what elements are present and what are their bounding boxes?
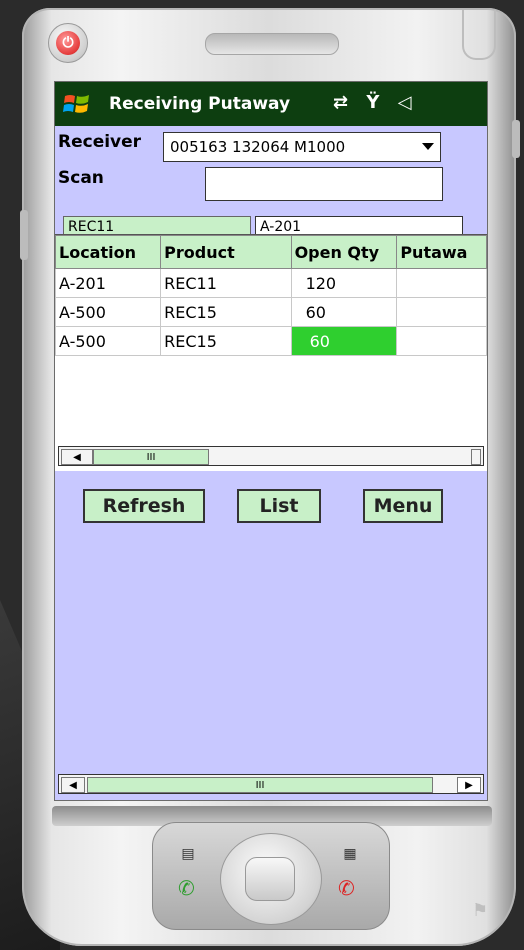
putaway-grid: Location Product Open Qty Putawa A-201 R… — [55, 234, 487, 471]
cell-product[interactable]: REC11 — [160, 268, 292, 298]
table-row[interactable]: A-201 REC11 120 — [55, 268, 487, 298]
table-header-row: Location Product Open Qty Putawa — [55, 235, 487, 269]
receiver-value: 005163 132064 M1000 — [170, 138, 346, 156]
cell-location[interactable]: A-201 — [55, 268, 162, 298]
cell-open-qty[interactable]: 120 — [290, 268, 398, 298]
cell-product[interactable]: REC15 — [160, 297, 292, 327]
scan-input[interactable] — [205, 167, 443, 201]
windows-logo-icon[interactable] — [63, 92, 91, 116]
scroll-right-icon[interactable] — [471, 449, 481, 465]
cell-putaway[interactable] — [396, 297, 487, 327]
refresh-button[interactable]: Refresh — [83, 489, 205, 523]
cell-location[interactable]: A-500 — [55, 326, 162, 356]
screen-horizontal-scrollbar[interactable]: ◀ III ▶ — [58, 774, 484, 794]
power-icon: ⏻ — [56, 31, 80, 55]
stylus-slot — [462, 10, 496, 60]
title-bar: Receiving Putaway ⇄ Ÿ ◁ — [55, 82, 487, 126]
call-icon[interactable]: ✆ — [178, 876, 198, 900]
column-header-putaway[interactable]: Putawa — [396, 235, 487, 269]
power-button[interactable]: ⏻ — [48, 23, 88, 63]
column-header-location[interactable]: Location — [55, 235, 162, 269]
chevron-down-icon — [422, 143, 434, 150]
scroll-thumb[interactable]: III — [93, 449, 209, 465]
side-button-right[interactable] — [512, 120, 520, 158]
scroll-right-icon[interactable]: ▶ — [457, 777, 481, 793]
location-value: A-201 — [260, 219, 302, 235]
table-row[interactable]: A-500 REC15 60 — [55, 297, 487, 327]
device-screen: Receiving Putaway ⇄ Ÿ ◁ Receiver 005163 … — [54, 81, 488, 801]
windows-flag-icon: ⚑ — [472, 900, 489, 921]
receiver-dropdown[interactable]: 005163 132064 M1000 — [163, 132, 441, 162]
scan-label: Scan — [58, 168, 104, 188]
cell-open-qty-selected[interactable]: 60 — [290, 326, 398, 356]
status-icons[interactable]: ⇄ Ÿ ◁ — [333, 92, 418, 113]
menu-button[interactable]: Menu — [363, 489, 443, 523]
app-title: Receiving Putaway — [109, 94, 291, 114]
speaker-grille — [205, 33, 339, 55]
scroll-thumb[interactable]: III — [87, 777, 433, 793]
side-button-left[interactable] — [20, 210, 28, 260]
scroll-left-icon[interactable]: ◀ — [61, 777, 85, 793]
scroll-left-icon[interactable]: ◀ — [61, 449, 93, 465]
column-header-open-qty[interactable]: Open Qty — [290, 235, 398, 269]
cell-product[interactable]: REC15 — [160, 326, 292, 356]
end-call-icon[interactable]: ✆ — [338, 876, 358, 900]
list-button[interactable]: List — [237, 489, 321, 523]
putaway-table: Location Product Open Qty Putawa A-201 R… — [55, 235, 487, 356]
receiver-label: Receiver — [58, 132, 142, 152]
table-row[interactable]: A-500 REC15 60 — [55, 326, 487, 356]
cell-open-qty[interactable]: 60 — [290, 297, 398, 327]
cell-location[interactable]: A-500 — [55, 297, 162, 327]
column-header-product[interactable]: Product — [160, 235, 292, 269]
grid-horizontal-scrollbar[interactable]: ◀ III — [58, 446, 484, 466]
dpad-center-button[interactable] — [245, 857, 295, 901]
calendar-icon[interactable]: ▦ — [340, 846, 360, 862]
contacts-icon[interactable]: ▤ — [178, 846, 198, 862]
cell-putaway[interactable] — [396, 268, 487, 298]
cell-putaway[interactable] — [396, 326, 487, 356]
